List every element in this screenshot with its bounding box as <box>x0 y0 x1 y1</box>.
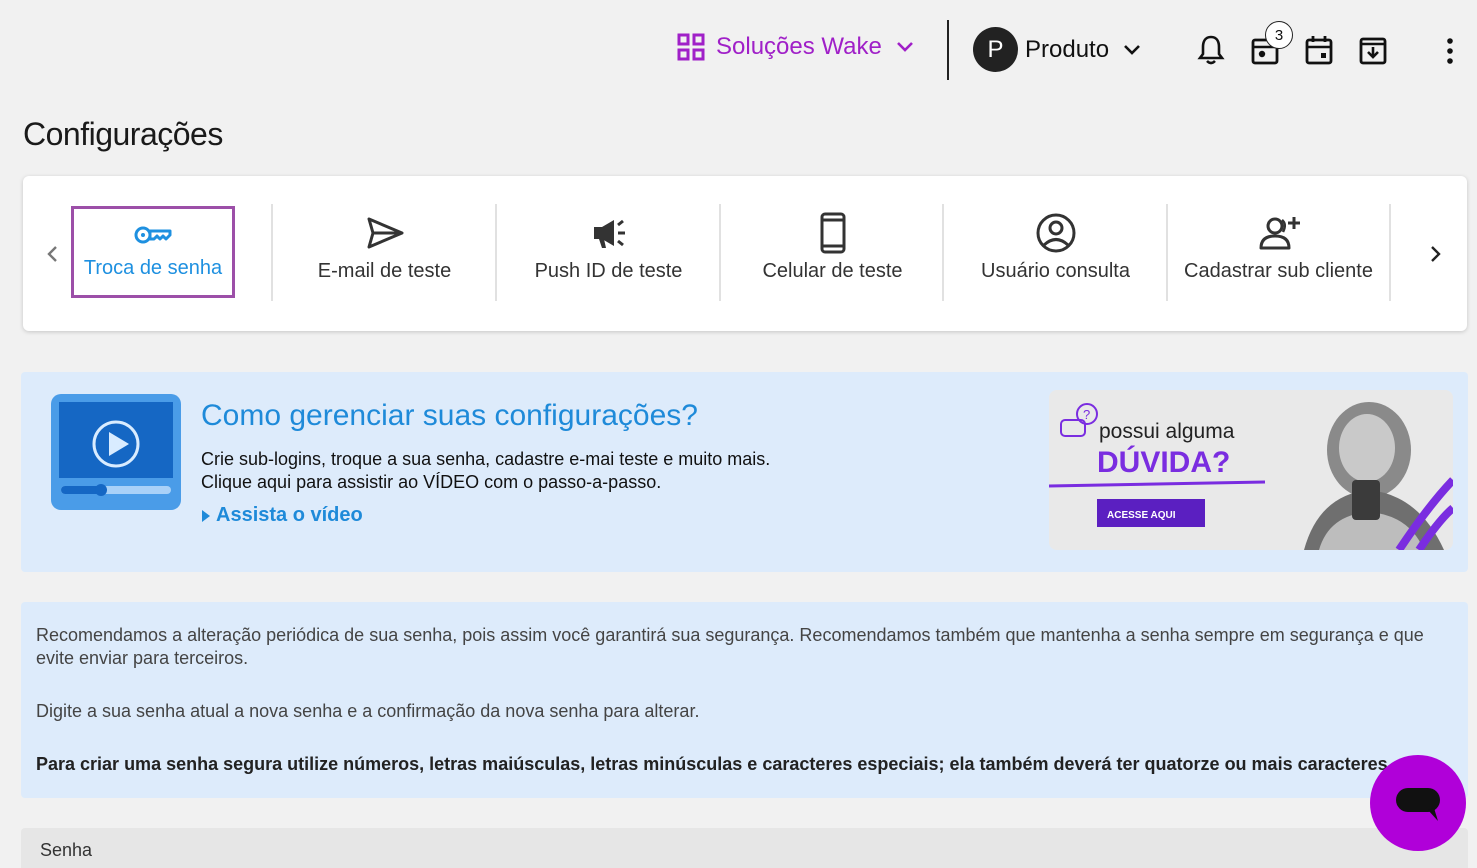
banner-line-2: Clique aqui para assistir ao VÍDEO com o… <box>201 472 662 492</box>
tab-email-de-teste[interactable]: E-mail de teste <box>273 204 496 304</box>
top-bar: Soluções Wake P Produto 3 <box>0 0 1477 100</box>
send-icon <box>367 217 403 249</box>
tab-troca-de-senha[interactable]: Troca de senha <box>71 206 235 298</box>
watch-video-label: Assista o vídeo <box>216 504 363 526</box>
play-triangle-icon <box>202 509 210 522</box>
apps-grid-icon <box>677 33 705 61</box>
solutions-label: Soluções Wake <box>716 33 882 60</box>
calendar-icon[interactable] <box>1304 34 1334 66</box>
tasks-badge: 3 <box>1265 21 1293 49</box>
add-user-icon <box>1259 217 1300 250</box>
chevron-down-icon <box>896 42 913 52</box>
chat-bubble-icon <box>1396 788 1440 821</box>
tab-usuario-consulta[interactable]: Usuário consulta <box>944 204 1167 304</box>
promo-graphic: ? possui alguma DÚVIDA? ACESSE AQUI <box>1049 390 1453 550</box>
promo-line-2: DÚVIDA? <box>1097 445 1230 479</box>
tab-label: E-mail de teste <box>317 260 452 282</box>
chevron-right-icon[interactable] <box>1425 242 1445 266</box>
promo-line-1: possui alguma <box>1099 420 1235 443</box>
password-info-box: Recomendamos a alteração periódica de su… <box>21 602 1468 798</box>
tab-push-id-de-teste[interactable]: Push ID de teste <box>497 204 720 304</box>
password-form-card: Senha <box>21 828 1468 868</box>
tab-label: Troca de senha <box>83 257 223 279</box>
tab-celular-de-teste[interactable]: Celular de teste <box>721 204 944 304</box>
avatar: P <box>973 27 1018 72</box>
key-icon <box>134 226 172 244</box>
info-paragraph-3: Para criar uma senha segura utilize núme… <box>36 754 1393 774</box>
header-divider <box>947 20 949 80</box>
tab-cadastrar-sub-cliente[interactable]: Cadastrar sub cliente <box>1167 204 1390 304</box>
video-banner: Como gerenciar suas configurações? Crie … <box>21 372 1468 572</box>
tab-label: Push ID de teste <box>534 260 683 282</box>
user-menu[interactable]: P Produto <box>973 27 1143 72</box>
solutions-menu[interactable]: Soluções Wake <box>677 33 916 61</box>
bell-icon[interactable] <box>1196 34 1226 66</box>
senha-label: Senha <box>40 840 93 860</box>
chat-button[interactable] <box>1370 755 1466 851</box>
download-archive-icon[interactable] <box>1358 34 1388 66</box>
settings-tabs: Troca de senha E-mail de teste Push ID d… <box>23 176 1467 331</box>
tab-label: Usuário consulta <box>981 260 1130 282</box>
info-paragraph-1: Recomendamos a alteração periódica de su… <box>36 625 1424 668</box>
chevron-down-icon <box>1124 44 1140 55</box>
watch-video-link[interactable]: Assista o vídeo <box>201 504 363 527</box>
more-options-icon[interactable] <box>1441 36 1459 66</box>
tab-divider <box>1389 204 1391 301</box>
phone-icon <box>820 212 845 254</box>
video-player-icon[interactable] <box>51 394 181 510</box>
banner-title: Como gerenciar suas configurações? <box>201 399 698 432</box>
page-title: Configurações <box>23 116 223 152</box>
info-paragraph-2: Digite a sua senha atual a nova senha e … <box>36 701 700 721</box>
help-promo-banner[interactable]: ? possui alguma DÚVIDA? ACESSE AQUI <box>1049 390 1453 550</box>
svg-text:?: ? <box>1083 407 1090 422</box>
megaphone-icon <box>593 219 625 248</box>
banner-description: Crie sub-logins, troque a sua senha, cad… <box>201 448 770 494</box>
user-circle-icon <box>1036 213 1075 253</box>
chevron-left-icon[interactable] <box>43 242 63 266</box>
user-name: Produto <box>1025 35 1110 63</box>
banner-line-1: Crie sub-logins, troque a sua senha, cad… <box>201 449 771 469</box>
tab-label: Celular de teste <box>762 260 903 282</box>
tab-label: Cadastrar sub cliente <box>1184 260 1373 282</box>
promo-button: ACESSE AQUI <box>1107 510 1176 521</box>
